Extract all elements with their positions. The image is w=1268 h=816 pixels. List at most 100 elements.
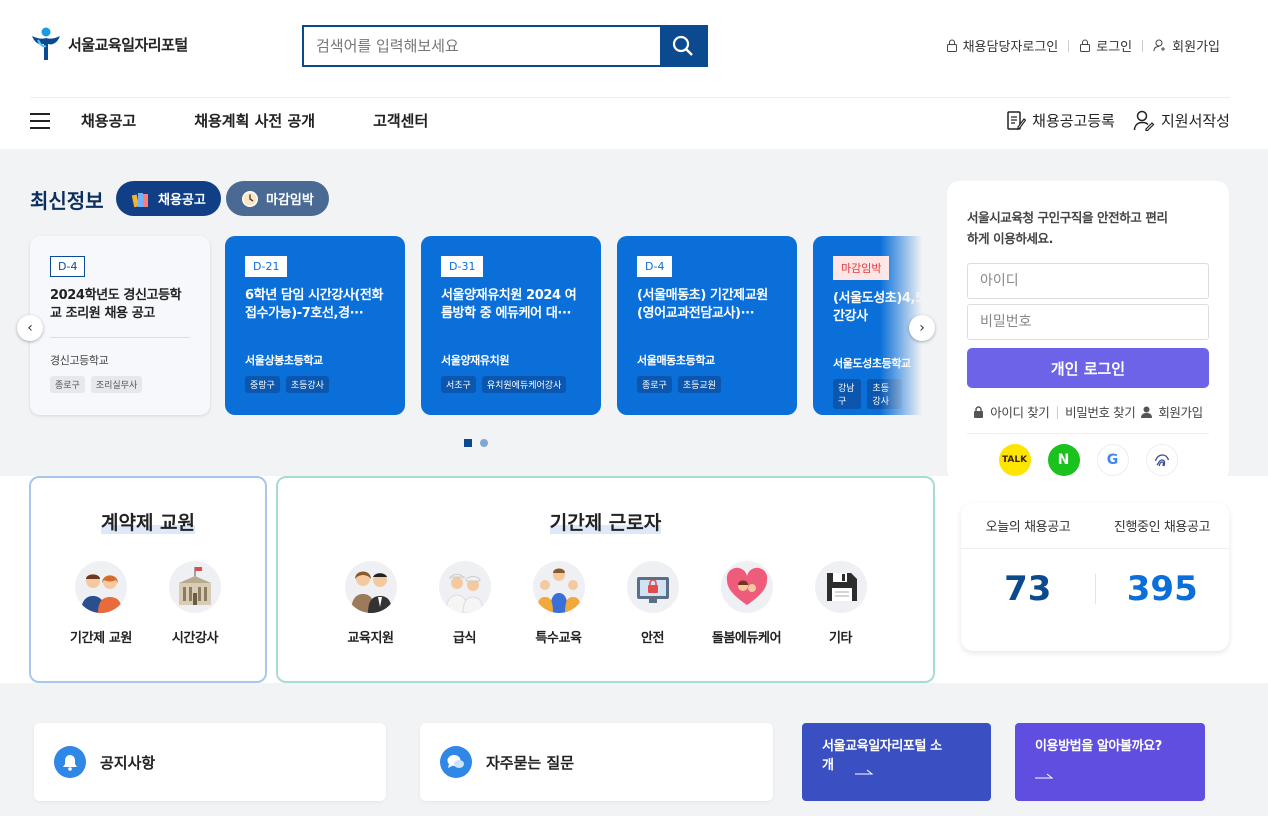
- arrow-right-icon: [855, 762, 874, 781]
- fixed-term-worker-box: 기간제 근로자 교육지원 급식 특수교육 안전 돌봄에듀케어 기타: [276, 476, 935, 683]
- find-password-link[interactable]: 비밀번호 찾기: [1065, 402, 1136, 421]
- divider: [245, 337, 385, 338]
- logo-icon: [30, 26, 62, 62]
- kakao-login-icon[interactable]: TALK: [998, 444, 1031, 476]
- school-name: 경신고등학교: [50, 354, 109, 367]
- category-meal-service[interactable]: 급식: [418, 561, 512, 646]
- search-button[interactable]: [660, 27, 706, 65]
- category-part-time-lecturer[interactable]: 시간강사: [148, 561, 242, 646]
- chevron-right-icon: ›: [919, 320, 925, 336]
- signup-label: 회원가입: [1172, 40, 1220, 55]
- category-other[interactable]: 기타: [794, 561, 888, 646]
- lock-icon: [946, 39, 957, 52]
- region-tag: 강남구: [833, 379, 862, 409]
- category-label: 돌봄에듀케어: [711, 631, 782, 646]
- books-icon: [131, 192, 148, 207]
- search-bar: [302, 25, 708, 67]
- user-edit-icon: [1133, 110, 1155, 131]
- login-message: 서울시교육청 구인구직을 안전하고 편리하게 이용하세요.: [967, 210, 1168, 246]
- school-name: 서울상봉초등학교: [245, 354, 323, 367]
- school-name: 서울매동초등학교: [637, 354, 715, 367]
- job-stats-panel: 오늘의 채용공고 진행중인 채용공고 73 395: [961, 503, 1229, 651]
- divider: [637, 337, 777, 338]
- recruiter-login-link[interactable]: 채용담당자로그인: [936, 36, 1069, 55]
- nav-item-recruit[interactable]: 채용공고: [81, 110, 136, 131]
- google-login-icon[interactable]: G: [1096, 444, 1129, 476]
- job-tag: 초등교원: [677, 376, 721, 393]
- divider: [967, 433, 1209, 434]
- carousel-next-button[interactable]: ›: [909, 315, 935, 341]
- lock-icon: [1080, 39, 1091, 52]
- region-tag: 서초구: [441, 376, 476, 393]
- section-title: 최신정보: [30, 189, 104, 213]
- job-card[interactable]: D-31 서울양재유치원 2024 여름방학 중 에듀케어 대··· 서울양재유…: [421, 236, 601, 415]
- hamburger-menu-icon[interactable]: [30, 112, 50, 129]
- user-plus-icon: [1153, 39, 1166, 52]
- faq-label: 자주묻는 질문: [486, 753, 575, 772]
- floppy-disk-icon: [814, 561, 867, 613]
- category-special-education[interactable]: 특수교육: [512, 561, 606, 646]
- tab-deadline[interactable]: 마감임박: [226, 181, 329, 216]
- portal-intro-link[interactable]: 서울교육일자리포털 소개: [802, 723, 991, 801]
- right-nav: 채용공고등록 지원서작성: [1006, 110, 1230, 131]
- today-jobs-count[interactable]: 73: [961, 569, 1095, 609]
- fingerprint-login-icon[interactable]: [1145, 444, 1178, 476]
- signup-link[interactable]: 회원가입: [1143, 36, 1230, 55]
- faq-link[interactable]: 자주묻는 질문: [420, 723, 773, 801]
- category-education-support[interactable]: 교육지원: [324, 561, 418, 646]
- divider: [50, 337, 190, 338]
- carousel-pagination: [464, 439, 488, 447]
- job-title: 서울양재유치원 2024 여름방학 중 에듀케어 대···: [441, 288, 577, 321]
- job-title: 2024학년도 경신고등학교 조리원 채용 공고: [50, 288, 182, 321]
- personal-login-button[interactable]: 개인 로그인: [967, 348, 1209, 388]
- post-job-link[interactable]: 채용공고등록: [1006, 110, 1115, 131]
- group-icon: [532, 561, 585, 613]
- user-icon: [1141, 406, 1153, 418]
- job-card[interactable]: D-21 6학년 담임 시간강사(전화접수가능)-7호선,경··· 서울상봉초등…: [225, 236, 405, 415]
- howto-label: 이용방법을 알아볼까요?: [1035, 739, 1162, 754]
- job-tag: 초등강사: [285, 376, 329, 393]
- ongoing-jobs-label: 진행중인 채용공고: [1113, 520, 1211, 535]
- category-care-educare[interactable]: 돌봄에듀케어: [700, 561, 794, 646]
- site-logo[interactable]: 서울교육일자리포털: [30, 26, 188, 62]
- teachers-icon: [75, 561, 127, 613]
- category-label: 급식: [452, 631, 477, 646]
- category-safety[interactable]: 안전: [606, 561, 700, 646]
- arrow-right-icon: [1035, 766, 1185, 785]
- category-fixed-term-teacher[interactable]: 기간제 교원: [54, 561, 148, 646]
- chevron-left-icon: ‹: [27, 320, 33, 336]
- write-application-link[interactable]: 지원서작성: [1133, 110, 1230, 131]
- howto-link[interactable]: 이용방법을 알아볼까요?: [1015, 723, 1205, 801]
- ongoing-jobs-count[interactable]: 395: [1096, 569, 1230, 609]
- job-card[interactable]: D-4 2024학년도 경신고등학교 조리원 채용 공고 경신고등학교 종로구 조…: [30, 236, 210, 415]
- page-dot-active[interactable]: [464, 439, 472, 447]
- divider: [441, 337, 581, 338]
- category-title: 계약제 교원: [100, 512, 195, 534]
- id-input[interactable]: [967, 263, 1209, 299]
- tab-recruit[interactable]: 채용공고: [116, 181, 221, 216]
- find-id-link[interactable]: 아이디 찾기: [990, 402, 1049, 421]
- dday-badge: D-4: [50, 256, 86, 277]
- job-card[interactable]: D-4 (서울매동초) 기간제교원(영어교과전담교사)··· 서울매동초등학교 …: [617, 236, 797, 415]
- nav-item-support[interactable]: 고객센터: [373, 110, 428, 131]
- password-input[interactable]: [967, 304, 1209, 340]
- job-tag: 조리실무사: [90, 376, 143, 393]
- carousel-prev-button[interactable]: ‹: [17, 315, 43, 341]
- signup-link-panel[interactable]: 회원가입: [1158, 402, 1203, 421]
- contract-teacher-box: 계약제 교원 기간제 교원 시간강사: [29, 476, 267, 683]
- school-building-icon: [169, 561, 221, 613]
- page-dot[interactable]: [480, 439, 488, 447]
- nav-item-plan[interactable]: 채용계획 사전 공개: [194, 110, 315, 131]
- school-name: 서울양재유치원: [441, 354, 510, 367]
- region-tag: 종로구: [50, 376, 85, 393]
- naver-login-icon[interactable]: N: [1047, 444, 1080, 476]
- clock-icon: [242, 190, 258, 207]
- category-label: 기타: [828, 631, 853, 646]
- category-label: 교육지원: [347, 631, 394, 646]
- dday-badge: D-21: [245, 256, 288, 277]
- login-link[interactable]: 로그인: [1069, 36, 1142, 55]
- search-input[interactable]: [304, 27, 660, 65]
- notice-link[interactable]: 공지사항: [34, 723, 386, 801]
- notice-label: 공지사항: [100, 753, 156, 772]
- job-title: (서울매동초) 기간제교원(영어교과전담교사)···: [637, 288, 768, 321]
